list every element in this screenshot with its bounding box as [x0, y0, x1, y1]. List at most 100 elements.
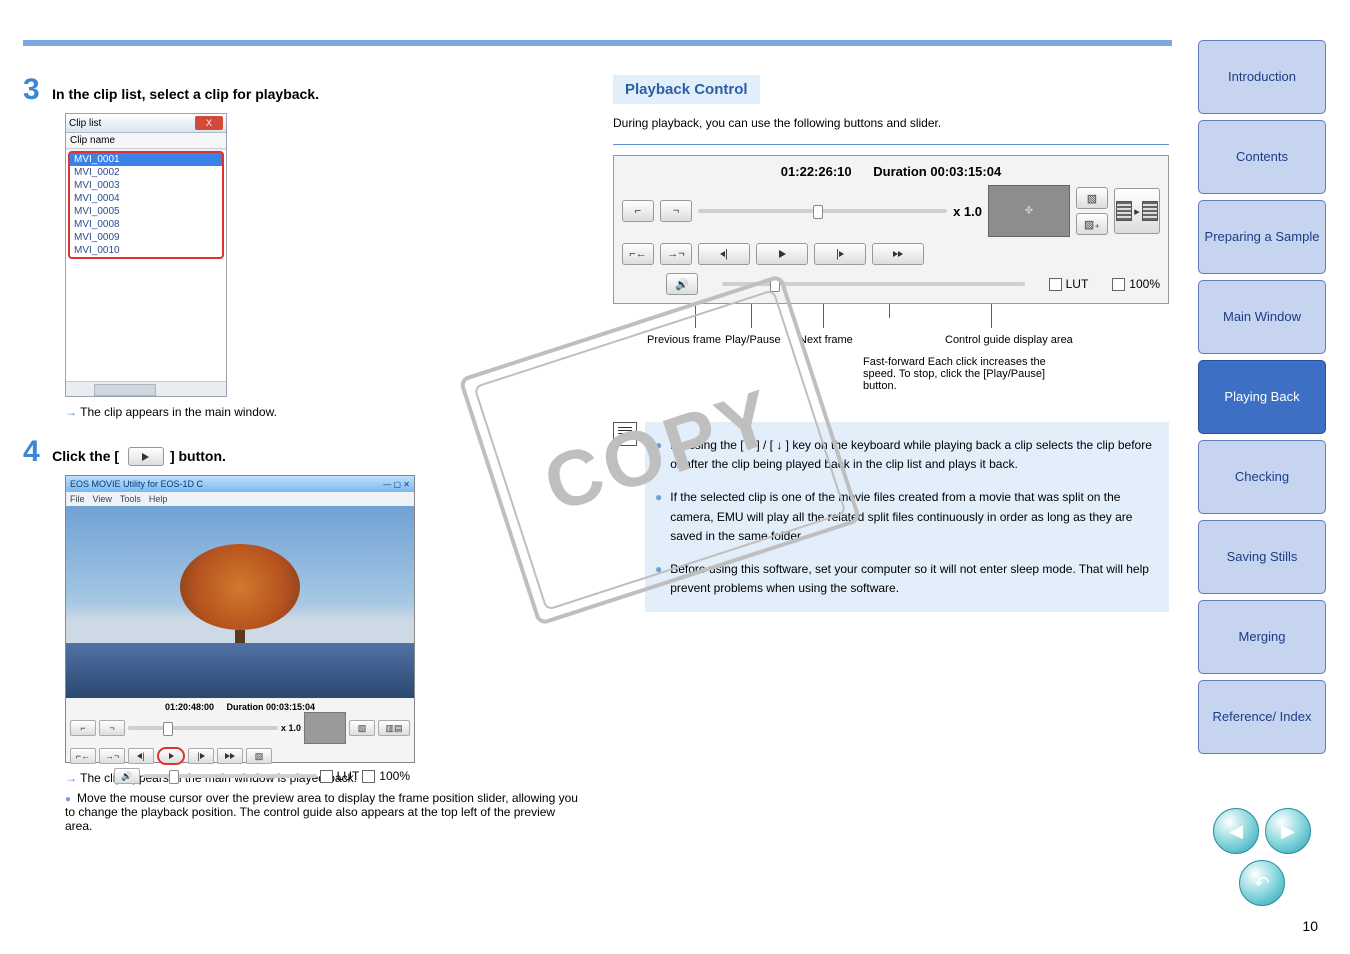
merge-icon[interactable]: ▥▤ — [378, 720, 410, 736]
step-3: 3 In the clip list, select a clip for pl… — [23, 75, 583, 419]
play-button[interactable] — [157, 747, 185, 765]
emu-controlbar: 01:20:48:00 Duration 00:03:15:04 ⌐ ¬ x 1… — [66, 698, 414, 762]
emu-main-window: EOS MOVIE Utility for EOS-1D C — ▢ ✕ Fil… — [65, 475, 415, 763]
note2-text: If the selected clip is one of the movie… — [670, 488, 1155, 546]
label-fast-forward: Fast-forward Each click increases the sp… — [863, 356, 1063, 392]
list-item[interactable]: MVI_0004 — [70, 192, 222, 205]
volume-slider[interactable] — [143, 774, 317, 778]
goto-out-icon[interactable]: →¬ — [99, 748, 125, 764]
speed-slider[interactable] — [698, 209, 947, 213]
nav-saving-stills[interactable]: Saving Stills — [1198, 520, 1326, 594]
next-frame-button[interactable]: | — [188, 748, 214, 764]
scrollbar[interactable] — [66, 381, 226, 396]
section-rule — [613, 144, 1169, 145]
in-icon[interactable]: ⌐ — [70, 720, 96, 736]
menu-tools[interactable]: Tools — [120, 494, 141, 504]
lut-checkbox[interactable]: LUT — [320, 769, 360, 783]
prev-frame-button[interactable]: | — [698, 243, 750, 265]
still-save-icon[interactable]: ▧ — [349, 720, 375, 736]
menu-file[interactable]: File — [70, 494, 85, 504]
nav-reference[interactable]: Reference/ Index — [1198, 680, 1326, 754]
arrow-icon: → — [65, 405, 77, 419]
step-4: 4 Click the [ ] button. EOS MOVIE Utilit… — [23, 437, 583, 833]
volume-icon[interactable]: 🔊 — [666, 273, 698, 295]
pager: ◀ ▶ ↶ — [1198, 808, 1326, 906]
play-icon — [128, 447, 164, 466]
list-item[interactable]: MVI_0010 — [70, 244, 222, 257]
menu-view[interactable]: View — [93, 494, 112, 504]
merge-clips-icon[interactable]: ▸ — [1114, 188, 1160, 234]
note3-text: Before using this software, set your com… — [670, 560, 1155, 598]
step3-result-text: The clip appears in the main window. — [80, 405, 277, 419]
step4-bullet: Move the mouse cursor over the preview a… — [65, 791, 583, 833]
list-item[interactable]: MVI_0001 — [70, 153, 222, 166]
nav-main-window[interactable]: Main Window — [1198, 280, 1326, 354]
nav-preparing[interactable]: Preparing a Sample — [1198, 200, 1326, 274]
window-controls-icon[interactable]: — ▢ ✕ — [383, 480, 410, 489]
right-column: Playback Control During playback, you ca… — [613, 75, 1169, 612]
list-item[interactable]: MVI_0008 — [70, 218, 222, 231]
list-item[interactable]: MVI_0009 — [70, 231, 222, 244]
list-item[interactable]: MVI_0005 — [70, 205, 222, 218]
note1-a: Pressing the [ — [670, 438, 743, 452]
close-icon[interactable]: X — [195, 116, 223, 130]
nav-merging[interactable]: Merging — [1198, 600, 1326, 674]
still-multi-icon[interactable]: ▧ — [246, 748, 272, 764]
prev-page-button[interactable]: ◀ — [1213, 808, 1259, 854]
back-button[interactable]: ↶ — [1239, 860, 1285, 906]
next-page-button[interactable]: ▶ — [1265, 808, 1311, 854]
clip-list-header: Clip name — [66, 133, 226, 149]
fast-forward-button[interactable] — [872, 243, 924, 265]
hundred-checkbox[interactable]: 100% — [362, 769, 410, 783]
emu-dur: 00:03:15:04 — [266, 702, 315, 712]
label-play: Play/Pause — [725, 334, 781, 346]
nav-checking[interactable]: Checking — [1198, 440, 1326, 514]
step4-number: 4 — [23, 435, 40, 468]
arrow-icon: → — [65, 771, 77, 785]
speed-slider[interactable] — [128, 726, 278, 730]
clip-list-titlebar: Clip list X — [66, 114, 226, 133]
hundred-checkbox[interactable]: 100% — [1112, 277, 1160, 291]
emu-menubar: File View Tools Help — [66, 492, 414, 506]
label-next-frame: Next frame — [799, 334, 853, 346]
list-item[interactable]: MVI_0003 — [70, 179, 222, 192]
next-frame-button[interactable]: | — [814, 243, 866, 265]
main-window-figure: EOS MOVIE Utility for EOS-1D C — ▢ ✕ Fil… — [65, 475, 583, 763]
list-item[interactable]: MVI_0002 — [70, 166, 222, 179]
fast-forward-button[interactable] — [217, 748, 243, 764]
clip-list-window: Clip list X Clip name MVI_0001 MVI_0002 … — [65, 113, 227, 397]
save-still-multi-icon[interactable]: ▧₊ — [1076, 213, 1108, 235]
clip-list-title: Clip list — [69, 118, 101, 129]
playback-control-desc: During playback, you can use the followi… — [613, 116, 1169, 130]
lut-checkbox[interactable]: LUT — [1049, 277, 1089, 291]
in-clear-icon[interactable]: ⌐ — [622, 200, 654, 222]
preview-area[interactable] — [66, 506, 414, 698]
control-guide-area — [988, 185, 1070, 237]
step3-title: In the clip list, select a clip for play… — [52, 86, 319, 102]
goto-out-icon[interactable]: →¬ — [660, 243, 692, 265]
down-arrow-icon: ↓ — [776, 438, 782, 452]
nav-contents[interactable]: Contents — [1198, 120, 1326, 194]
step4-title-post: ] button. — [170, 448, 226, 464]
volume-icon[interactable]: 🔊 — [114, 768, 140, 784]
note-3: ● Before using this software, set your c… — [655, 560, 1155, 598]
volume-slider[interactable] — [722, 282, 1025, 286]
label-guide: Control guide display area — [945, 334, 1073, 346]
prev-frame-button[interactable]: | — [128, 748, 154, 764]
out-icon[interactable]: ¬ — [99, 720, 125, 736]
out-clear-icon[interactable]: ¬ — [660, 200, 692, 222]
page: 3 In the clip list, select a clip for pl… — [0, 0, 1350, 954]
goto-in-icon[interactable]: ⌐← — [622, 243, 654, 265]
clip-list[interactable]: MVI_0001 MVI_0002 MVI_0003 MVI_0004 MVI_… — [66, 151, 226, 381]
pc-speed: x 1.0 — [953, 204, 982, 219]
note-icon — [613, 422, 637, 446]
top-divider — [23, 40, 1172, 46]
menu-help[interactable]: Help — [149, 494, 168, 504]
nav-playing-back[interactable]: Playing Back — [1198, 360, 1326, 434]
save-still-icon[interactable]: ▧ — [1076, 187, 1108, 209]
goto-in-icon[interactable]: ⌐← — [70, 748, 96, 764]
note-2: ● If the selected clip is one of the mov… — [655, 488, 1155, 546]
play-pause-button[interactable] — [756, 243, 808, 265]
emu-speed: x 1.0 — [281, 723, 301, 733]
nav-introduction[interactable]: Introduction — [1198, 40, 1326, 114]
